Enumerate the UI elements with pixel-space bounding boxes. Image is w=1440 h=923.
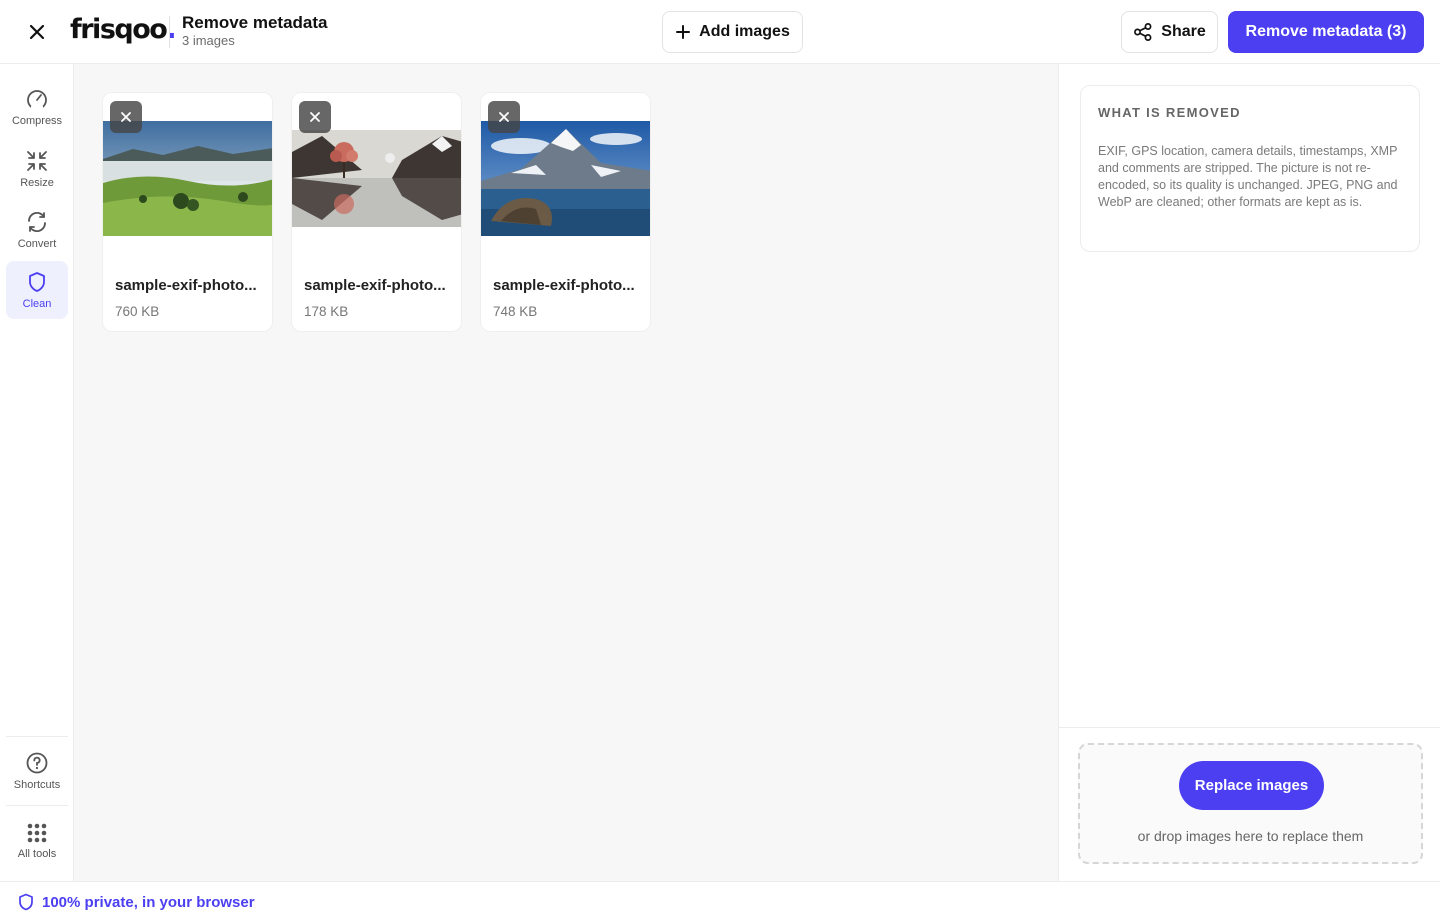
- share-label: Share: [1161, 23, 1206, 40]
- file-size: 178 KB: [304, 304, 349, 319]
- file-size: 748 KB: [493, 304, 538, 319]
- sidebar-divider: [6, 736, 68, 737]
- remove-image-button[interactable]: [110, 101, 142, 133]
- image-grid: sample-exif-photo... 760 KB sample-exif-…: [74, 64, 1058, 881]
- close-icon: [29, 24, 45, 40]
- footer-bar: 100% private, in your browser: [0, 881, 1440, 923]
- share-button[interactable]: Share: [1121, 11, 1218, 53]
- drop-zone[interactable]: Replace images or drop images here to re…: [1078, 743, 1423, 864]
- image-card[interactable]: sample-exif-photo... 178 KB: [291, 92, 462, 332]
- info-card: WHAT IS REMOVED EXIF, GPS location, came…: [1080, 85, 1420, 252]
- close-icon: [499, 112, 509, 122]
- image-count: 3 images: [182, 33, 235, 48]
- privacy-note: 100% private, in your browser: [18, 893, 255, 911]
- remove-image-button[interactable]: [488, 101, 520, 133]
- top-bar: frisqoo. Remove metadata 3 images Add im…: [0, 0, 1440, 64]
- image-card[interactable]: sample-exif-photo... 748 KB: [480, 92, 651, 332]
- question-circle-icon: [26, 752, 48, 774]
- info-title: WHAT IS REMOVED: [1098, 105, 1241, 120]
- add-images-button[interactable]: Add images: [662, 11, 803, 53]
- tree-lake-illustration: [292, 130, 461, 227]
- refresh-icon: [28, 211, 46, 233]
- share-icon: [1134, 23, 1152, 41]
- logo[interactable]: frisqoo.: [70, 14, 177, 45]
- plus-icon: [676, 25, 691, 39]
- mountain-lake-photo: [481, 121, 650, 236]
- sidebar-item-clean[interactable]: Clean: [6, 261, 68, 319]
- file-size: 760 KB: [115, 304, 160, 319]
- file-name: sample-exif-photo...: [493, 277, 635, 294]
- remove-metadata-button[interactable]: Remove metadata (3): [1228, 11, 1424, 53]
- minimize-arrows-icon: [27, 151, 47, 171]
- sidebar-item-compress[interactable]: Compress: [6, 78, 68, 136]
- sidebar-item-convert[interactable]: Convert: [6, 201, 68, 259]
- panel-divider: [1059, 727, 1440, 728]
- image-card[interactable]: sample-exif-photo... 760 KB: [102, 92, 273, 332]
- header-divider: [169, 16, 170, 48]
- file-name: sample-exif-photo...: [304, 277, 446, 294]
- sidebar-item-all-tools[interactable]: All tools: [6, 812, 68, 870]
- replace-images-label: Replace images: [1194, 777, 1309, 794]
- shield-icon: [19, 893, 33, 911]
- sidebar-item-label: Convert: [17, 238, 57, 250]
- page-title: Remove metadata: [182, 13, 328, 32]
- sidebar-divider: [6, 805, 68, 806]
- sidebar-item-label: All tools: [17, 848, 57, 860]
- grid-dots-icon: [27, 823, 47, 843]
- replace-images-button[interactable]: Replace images: [1179, 761, 1324, 810]
- file-name: sample-exif-photo...: [115, 277, 257, 294]
- remove-metadata-label: Remove metadata (3): [1245, 23, 1407, 40]
- sidebar-item-label: Shortcuts: [13, 779, 61, 791]
- options-panel: WHAT IS REMOVED EXIF, GPS location, came…: [1058, 64, 1440, 881]
- gauge-icon: [27, 90, 47, 110]
- foggy-hills-photo: [103, 121, 272, 236]
- drop-hint: or drop images here to replace them: [1137, 828, 1364, 844]
- logo-text: frisqoo: [70, 14, 168, 45]
- close-icon: [121, 112, 131, 122]
- close-button[interactable]: [22, 17, 52, 47]
- info-text: EXIF, GPS location, camera details, time…: [1098, 144, 1398, 209]
- privacy-text: 100% private, in your browser: [42, 893, 255, 911]
- add-images-label: Add images: [699, 23, 790, 40]
- remove-image-button[interactable]: [299, 101, 331, 133]
- sidebar-item-label: Resize: [20, 177, 54, 189]
- logo-dot: .: [166, 14, 176, 45]
- sidebar-item-label: Clean: [22, 298, 52, 310]
- sidebar-item-shortcuts[interactable]: Shortcuts: [6, 742, 68, 800]
- close-icon: [310, 112, 320, 122]
- sidebar-item-resize[interactable]: Resize: [6, 140, 68, 198]
- shield-icon: [29, 272, 45, 292]
- sidebar-item-label: Compress: [11, 115, 63, 127]
- tool-sidebar: Compress Resize Convert Clean Shortcuts …: [0, 64, 74, 881]
